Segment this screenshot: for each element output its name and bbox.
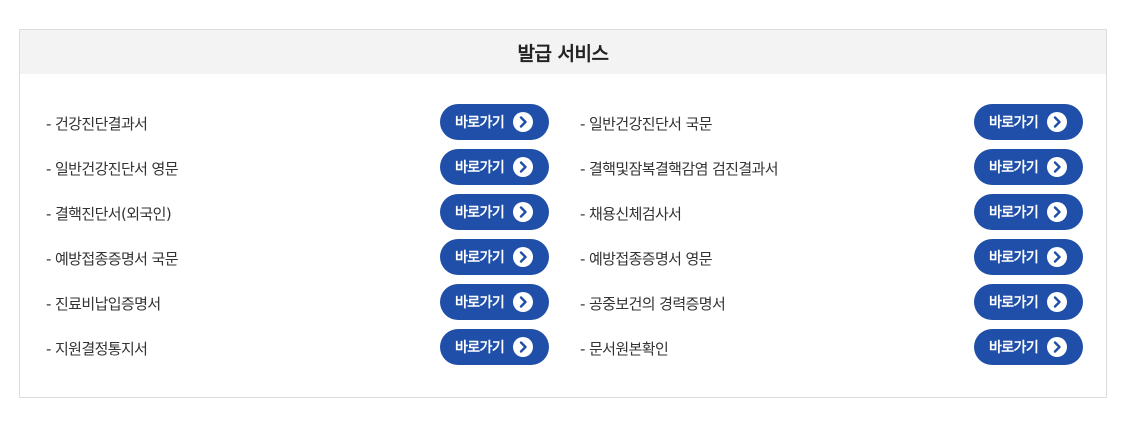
chevron-right-circle-icon [1047,247,1067,267]
service-item-label: - 건강진단결과서 [46,115,148,133]
go-button[interactable]: 바로가기 [974,284,1083,320]
go-button[interactable]: 바로가기 [974,194,1083,230]
go-button[interactable]: 바로가기 [974,104,1083,140]
service-item-label: - 예방접종증명서 국문 [46,250,179,268]
chevron-right-circle-icon [513,247,533,267]
chevron-right-circle-icon [1047,202,1067,222]
service-item-label: - 일반건강진단서 국문 [580,115,713,133]
go-button-label: 바로가기 [455,294,505,310]
go-button-label: 바로가기 [455,159,505,175]
go-button[interactable]: 바로가기 [440,284,549,320]
go-button[interactable]: 바로가기 [974,329,1083,365]
chevron-right-circle-icon [1047,112,1067,132]
service-item-label: - 진료비납입증명서 [46,295,161,313]
go-button-label: 바로가기 [455,339,505,355]
go-button-label: 바로가기 [989,159,1039,175]
chevron-right-circle-icon [513,112,533,132]
go-button-label: 바로가기 [989,294,1039,310]
go-button-label: 바로가기 [989,249,1039,265]
go-button[interactable]: 바로가기 [974,239,1083,275]
service-item-label: - 채용신체검사서 [580,205,682,223]
go-button-label: 바로가기 [455,114,505,130]
issuance-service-panel: 발급 서비스 [19,29,1107,398]
chevron-right-circle-icon [1047,157,1067,177]
panel-title: 발급 서비스 [517,42,609,65]
go-button-label: 바로가기 [989,204,1039,220]
chevron-right-circle-icon [513,202,533,222]
go-button[interactable]: 바로가기 [440,194,549,230]
chevron-right-circle-icon [513,292,533,312]
panel-header: 발급 서비스 [20,30,1106,74]
go-button-label: 바로가기 [989,114,1039,130]
chevron-right-circle-icon [513,157,533,177]
go-button-label: 바로가기 [989,339,1039,355]
go-button[interactable]: 바로가기 [440,329,549,365]
service-item-label: - 결핵및잠복결핵감염 검진결과서 [580,160,779,178]
chevron-right-circle-icon [1047,292,1067,312]
service-item-label: - 지원결정통지서 [46,340,148,358]
go-button-label: 바로가기 [455,204,505,220]
go-button[interactable]: 바로가기 [440,104,549,140]
chevron-right-circle-icon [1047,337,1067,357]
service-item-label: - 결핵진단서(외국인) [46,205,172,223]
service-item-label: - 예방접종증명서 영문 [580,250,713,268]
chevron-right-circle-icon [513,337,533,357]
service-item-label: - 공중보건의 경력증명서 [580,295,726,313]
go-button-label: 바로가기 [455,249,505,265]
go-button[interactable]: 바로가기 [440,239,549,275]
go-button[interactable]: 바로가기 [974,149,1083,185]
service-item-label: - 일반건강진단서 영문 [46,160,179,178]
go-button[interactable]: 바로가기 [440,149,549,185]
service-item-label: - 문서원본확인 [580,340,669,358]
